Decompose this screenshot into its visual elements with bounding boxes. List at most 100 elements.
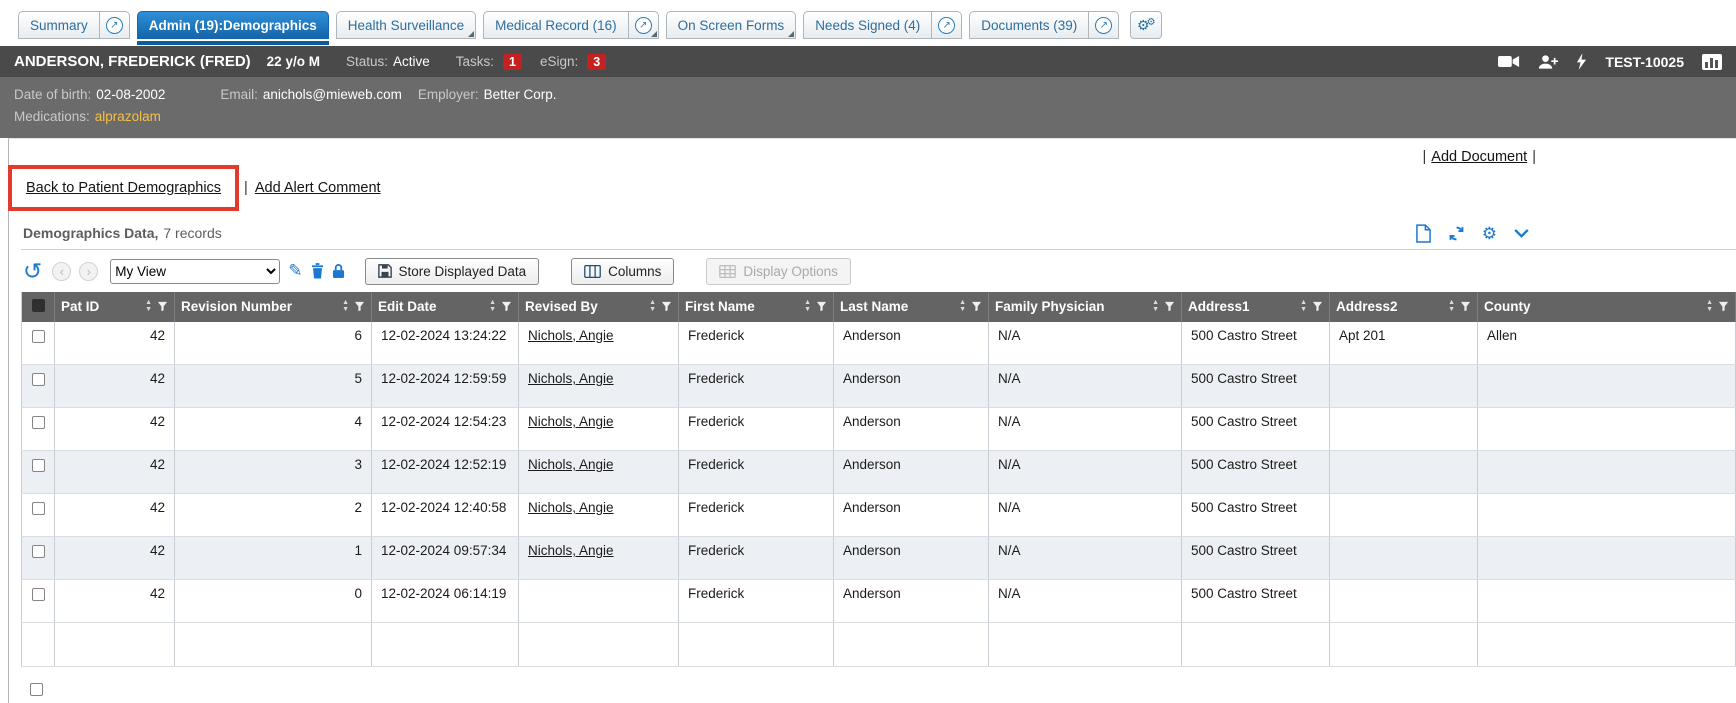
sort-icon[interactable]: ▲▼ [804,300,811,313]
filter-funnel-icon[interactable] [661,301,672,312]
sort-icon[interactable]: ▲▼ [1152,300,1159,313]
revised-by-link[interactable]: Nichols, Angie [528,328,614,343]
cell-address1: 500 Castro Street [1182,451,1330,494]
cell-county: Allen [1478,322,1736,365]
gear-icon[interactable]: ⚙ [1482,225,1497,242]
sort-icon[interactable]: ▲▼ [649,300,656,313]
row-select-checkbox[interactable] [32,588,45,601]
filter-funnel-icon[interactable] [1718,301,1729,312]
new-document-icon[interactable] [1416,224,1431,243]
separator: | [244,180,248,196]
add-alert-comment-link[interactable]: Add Alert Comment [255,180,381,196]
tab-popout-button[interactable]: ↗ [628,12,658,38]
lightning-icon[interactable] [1576,53,1587,70]
column-header-last-name[interactable]: Last Name▲▼ [834,292,989,322]
sort-icon[interactable]: ▲▼ [489,300,496,313]
tab-health-surveillance[interactable]: Health Surveillance [336,11,476,39]
revised-by-link[interactable]: Nichols, Angie [528,371,614,386]
cell-family-physician: N/A [989,580,1182,623]
tab-popout-button[interactable]: ↗ [1088,12,1118,38]
filter-funnel-icon[interactable] [157,301,168,312]
tab-on-screen-forms[interactable]: On Screen Forms [666,11,797,39]
revised-by-link[interactable]: Nichols, Angie [528,500,614,515]
prev-page-button[interactable]: ‹ [52,262,71,281]
tab-admin-19-demographics[interactable]: Admin (19):Demographics [137,11,329,39]
column-header-address2[interactable]: Address2▲▼ [1330,292,1478,322]
column-header-family-physician[interactable]: Family Physician▲▼ [989,292,1182,322]
row-select-checkbox[interactable] [32,502,45,515]
back-to-patient-demographics-link[interactable]: Back to Patient Demographics [26,180,221,196]
cell-edit-date: 12-02-2024 12:59:59 [372,365,519,408]
sort-icon[interactable]: ▲▼ [1706,300,1713,313]
esign-label: eSign: [540,54,578,69]
chevron-down-icon[interactable] [1514,229,1529,238]
sort-icon[interactable]: ▲▼ [1448,300,1455,313]
cell-edit-date: 12-02-2024 12:52:19 [372,451,519,494]
column-header-revision-number[interactable]: Revision Number ▲▼ [175,292,372,322]
next-page-button[interactable]: › [79,262,98,281]
column-header-edit-date[interactable]: Edit Date▲▼ [372,292,519,322]
lock-icon[interactable] [332,263,345,279]
cell-address2 [1330,537,1478,580]
row-select-checkbox[interactable] [32,373,45,386]
tab-documents-39[interactable]: Documents (39)↗ [969,11,1119,39]
sort-icon[interactable]: ▲▼ [1300,300,1307,313]
empty-cell [834,623,989,667]
select-all-checkbox[interactable] [32,299,45,312]
column-label: Revised By [525,299,598,314]
undo-icon[interactable]: ↺ [23,260,42,283]
filter-funnel-icon[interactable] [816,301,827,312]
column-header-address1[interactable]: Address1▲▼ [1182,292,1330,322]
cell-county [1478,580,1736,623]
revised-by-link[interactable]: Nichols, Angie [528,457,614,472]
store-displayed-data-button[interactable]: Store Displayed Data [365,258,540,285]
esign-badge[interactable]: 3 [587,54,606,70]
refresh-icon[interactable] [1448,225,1465,242]
filter-funnel-icon[interactable] [1312,301,1323,312]
employer-label: Employer: [418,84,479,106]
cell-revised-by: Nichols, Angie [519,408,679,451]
tabs-settings-button[interactable]: ⚙⚙ [1130,11,1162,39]
bar-chart-icon[interactable] [1702,54,1722,70]
column-header-first-name[interactable]: First Name▲▼ [679,292,834,322]
row-select-checkbox[interactable] [32,545,45,558]
column-label: Revision Number [181,299,292,314]
delete-trash-icon[interactable] [311,263,324,279]
tab-popout-button[interactable]: ↗ [99,12,129,38]
sort-icon[interactable]: ▲▼ [342,300,349,313]
filter-funnel-icon[interactable] [1460,301,1471,312]
edit-pencil-icon[interactable]: ✎ [288,261,302,281]
select-all-header[interactable] [22,292,55,322]
filter-funnel-icon[interactable] [354,301,365,312]
filter-funnel-icon[interactable] [971,301,982,312]
revised-by-link[interactable]: Nichols, Angie [528,414,614,429]
filter-funnel-icon[interactable] [1164,301,1175,312]
sort-icon[interactable]: ▲▼ [959,300,966,313]
tab-summary[interactable]: Summary↗ [18,11,130,39]
column-header-county[interactable]: County▲▼ [1478,292,1736,322]
columns-button[interactable]: Columns [571,258,674,285]
view-select[interactable]: My View [110,259,280,284]
tab-needs-signed-4[interactable]: Needs Signed (4)↗ [803,11,962,39]
tab-medical-record-16[interactable]: Medical Record (16)↗ [483,11,659,39]
tasks-badge[interactable]: 1 [503,54,522,70]
footer-select-checkbox[interactable] [30,683,43,696]
add-user-icon[interactable] [1538,54,1558,70]
display-options-button[interactable]: Display Options [706,258,851,285]
revised-by-link[interactable]: Nichols, Angie [528,543,614,558]
cell-address1: 500 Castro Street [1182,408,1330,451]
column-header-revised-by[interactable]: Revised By ▲▼ [519,292,679,322]
row-select-cell [22,494,55,537]
row-select-checkbox[interactable] [32,459,45,472]
medications-value[interactable]: alprazolam [95,106,161,128]
row-select-checkbox[interactable] [32,416,45,429]
add-document-link[interactable]: Add Document [1431,149,1527,165]
table-row: 42112-02-2024 09:57:34Nichols, AngieFred… [22,537,1736,580]
filter-funnel-icon[interactable] [501,301,512,312]
row-select-checkbox[interactable] [32,330,45,343]
cell-edit-date: 12-02-2024 12:54:23 [372,408,519,451]
sort-icon[interactable]: ▲▼ [145,300,152,313]
video-camera-icon[interactable] [1498,54,1520,69]
tab-popout-button[interactable]: ↗ [931,12,961,38]
column-header-pat-id[interactable]: Pat ID▲▼ [55,292,175,322]
